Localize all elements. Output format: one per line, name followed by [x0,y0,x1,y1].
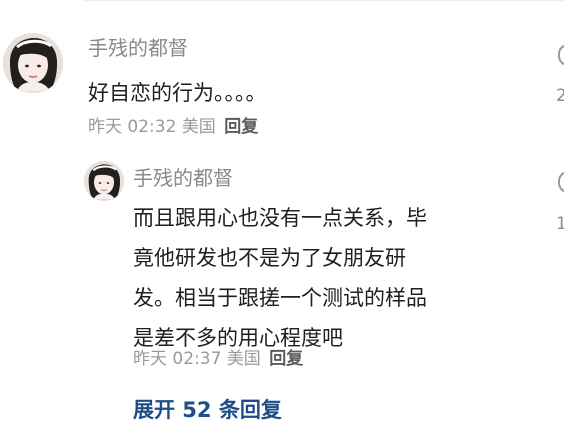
reply-avatar[interactable] [84,161,124,201]
top-divider [84,0,564,1]
reply-comment-line: 发。相当于跟搓一个测试的样品 [133,286,427,310]
reply-comment-reply-button[interactable]: 回复 [269,349,303,369]
reply-comment-username[interactable]: 手残的都督 [133,166,233,190]
reply-comment-line: 竟他研发也不是为了女朋友研 [133,246,406,270]
like-count-fragment: 2 [556,86,564,106]
avatar[interactable] [3,33,63,93]
like-icon[interactable] [558,44,564,66]
main-comment-time: 昨天 02:32 [88,117,177,137]
main-comment-text: 好自恋的行为。。。。 [88,81,267,105]
reply-avatar-image [84,161,124,201]
like-icon[interactable] [558,171,564,193]
reply-comment-time: 昨天 02:37 [133,349,222,369]
main-comment-reply-button[interactable]: 回复 [224,117,258,137]
main-comment-username[interactable]: 手残的都督 [88,36,188,60]
main-comment-meta: 昨天 02:32 美国 回复 [88,117,258,137]
main-comment-location: 美国 [181,117,216,137]
expand-replies-link[interactable]: 展开 52 条回复 [133,397,282,423]
reply-comment-text: 而且跟用心也没有一点关系，毕 竟他研发也不是为了女朋友研 发。相当于跟搓一个测试… [133,198,533,358]
reply-comment-line: 而且跟用心也没有一点关系，毕 [133,206,427,230]
reply-comment-meta: 昨天 02:37 美国 回复 [133,349,303,369]
like-count-fragment: 1 [556,214,564,234]
reply-comment-location: 美国 [226,349,261,369]
avatar-image [3,33,63,93]
